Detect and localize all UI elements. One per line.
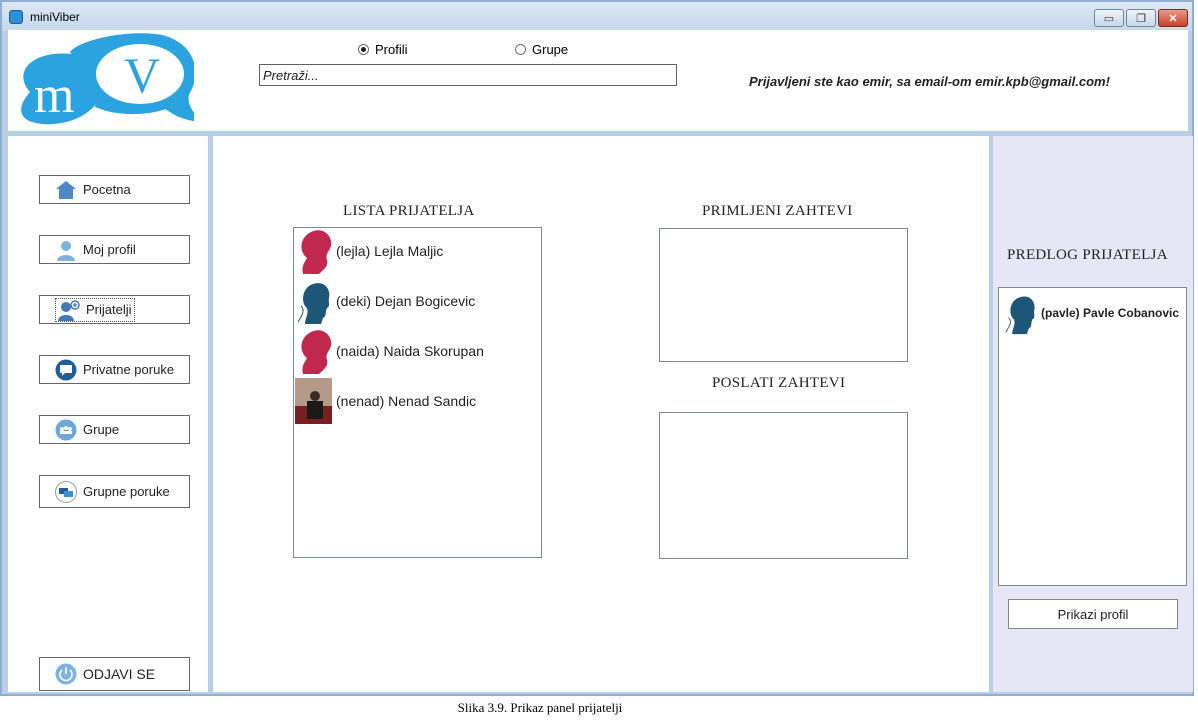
- nav-friends-label: Prijatelji: [86, 302, 132, 317]
- list-item[interactable]: (deki) Dejan Bogicevic: [295, 278, 475, 324]
- title-bar: miniViber ▭ ❐ ✕: [2, 2, 1192, 31]
- nav-group-messages-button[interactable]: Grupne poruke: [39, 475, 190, 508]
- suggestions-list[interactable]: (pavle) Pavle Cobanovic: [998, 287, 1187, 586]
- nav-private-messages-button[interactable]: Privatne poruke: [39, 355, 190, 384]
- radio-profiles-dot[interactable]: [358, 44, 369, 55]
- friends-list[interactable]: (lejla) Lejla Maljic (deki) Dejan Bogice…: [293, 227, 542, 558]
- list-item[interactable]: (nenad) Nenad Sandic: [295, 378, 476, 424]
- suggestions-panel: PREDLOG PRIJATELJA (pavle) Pavle Cobanov…: [993, 136, 1193, 692]
- miniviber-logo: m V: [21, 33, 194, 125]
- logged-in-status: Prijavljeni ste kao emir, sa email-om em…: [749, 74, 1110, 89]
- friend-label: (lejla) Lejla Maljic: [336, 243, 444, 259]
- radio-profiles[interactable]: Profili: [358, 42, 408, 57]
- sidebar: Pocetna Moj profil Prijatelji Privatne p…: [8, 136, 208, 692]
- received-requests-list[interactable]: [659, 228, 908, 362]
- list-item[interactable]: (naida) Naida Skorupan: [295, 328, 484, 374]
- app-window: miniViber ▭ ❐ ✕ m V Profili Grupe Prijav…: [0, 0, 1194, 696]
- svg-text:m: m: [34, 67, 74, 124]
- male-avatar-icon: [297, 283, 330, 324]
- nav-profile-label: Moj profil: [83, 242, 136, 257]
- header-panel: m V Profili Grupe Prijavljeni ste kao em…: [8, 30, 1188, 131]
- user-icon: [57, 240, 75, 261]
- show-profile-button[interactable]: Prikazi profil: [1008, 599, 1178, 629]
- nav-group-messages-label: Grupne poruke: [83, 484, 170, 499]
- radio-groups-dot[interactable]: [515, 44, 526, 55]
- suggestion-label: (pavle) Pavle Cobanovic: [1041, 306, 1180, 320]
- power-icon: [55, 663, 77, 685]
- friend-label: (naida) Naida Skorupan: [336, 343, 484, 359]
- group-messages-icon: [55, 480, 77, 503]
- nav-groups-button[interactable]: Grupe: [39, 415, 190, 444]
- female-avatar-icon: [301, 330, 332, 374]
- close-button[interactable]: ✕: [1158, 9, 1188, 27]
- friend-label: (deki) Dejan Bogicevic: [336, 293, 476, 309]
- nav-friends-button[interactable]: Prijatelji: [39, 295, 190, 324]
- suggestions-title: PREDLOG PRIJATELJA: [1007, 247, 1168, 263]
- friend-label: (nenad) Nenad Sandic: [336, 393, 477, 409]
- chat-icon: [55, 359, 77, 380]
- nav-groups-label: Grupe: [83, 422, 120, 437]
- window-title: miniViber: [30, 10, 80, 24]
- home-icon: [56, 180, 76, 199]
- friends-icon: [58, 299, 80, 321]
- maximize-button[interactable]: ❐: [1126, 9, 1156, 27]
- sent-requests-title: POSLATI ZAHTEVI: [712, 375, 846, 391]
- male-avatar-icon: [1005, 296, 1035, 335]
- figure-caption: Slika 3.9. Prikaz panel prijatelji: [457, 700, 623, 715]
- radio-groups[interactable]: Grupe: [515, 42, 568, 57]
- nav-profile-button[interactable]: Moj profil: [39, 235, 190, 264]
- radio-groups-label: Grupe: [532, 42, 569, 57]
- search-input[interactable]: [259, 64, 677, 86]
- radio-profiles-label: Profili: [375, 42, 408, 57]
- received-requests-title: PRIMLJENI ZAHTEVI: [702, 203, 853, 219]
- minimize-button[interactable]: ▭: [1094, 9, 1124, 27]
- female-avatar-icon: [301, 230, 332, 274]
- svg-text:V: V: [124, 47, 160, 103]
- list-item[interactable]: (lejla) Lejla Maljic: [295, 228, 443, 274]
- nav-friends-focus: Prijatelji: [55, 297, 135, 322]
- sent-requests-list[interactable]: [659, 412, 908, 559]
- group-icon: [55, 419, 77, 440]
- nav-home-button[interactable]: Pocetna: [39, 175, 190, 204]
- photo-avatar: [295, 378, 332, 424]
- main-panel: LISTA PRIJATELJA (lejla) Lejla Maljic (d…: [213, 136, 989, 692]
- list-item[interactable]: (pavle) Pavle Cobanovic: [1003, 290, 1179, 336]
- nav-home-label: Pocetna: [83, 182, 131, 197]
- logout-button[interactable]: ODJAVI SE: [39, 657, 190, 691]
- logout-label: ODJAVI SE: [83, 666, 156, 682]
- app-icon: [9, 10, 23, 24]
- nav-private-messages-label: Privatne poruke: [83, 362, 175, 377]
- friends-list-title: LISTA PRIJATELJA: [343, 203, 475, 219]
